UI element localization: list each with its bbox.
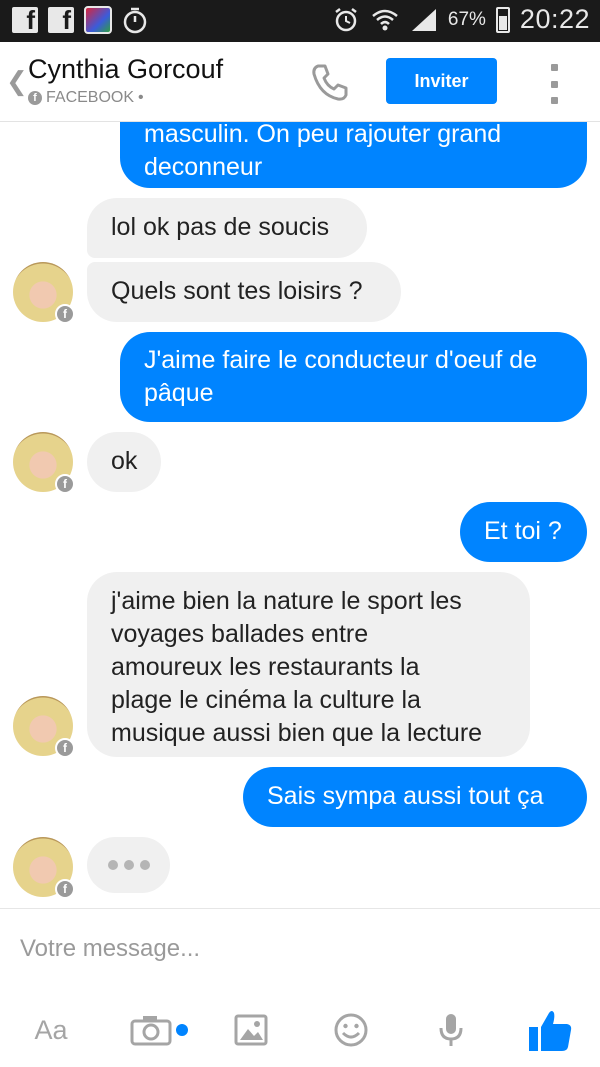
contact-source: f FACEBOOK • — [28, 89, 144, 107]
outgoing-message[interactable]: Et toi ? — [460, 502, 587, 562]
contact-avatar[interactable] — [13, 837, 75, 899]
message-line: ok — [111, 447, 138, 475]
phone-icon[interactable] — [308, 60, 352, 104]
outgoing-message[interactable]: masculin. On peu rajouter grand deconneu… — [120, 122, 587, 188]
message-line: voyages ballades entre — [111, 620, 369, 648]
facebook-notification-icon — [48, 5, 74, 36]
incoming-message[interactable]: Quels sont tes loisirs ? — [87, 262, 401, 322]
message-line: lol ok pas de soucis — [111, 213, 330, 241]
more-options-icon[interactable] — [544, 64, 564, 104]
incoming-message[interactable]: lol ok pas de soucis — [87, 198, 367, 258]
timer-icon — [123, 7, 147, 34]
voice-button[interactable] — [430, 1007, 472, 1053]
wifi-icon — [372, 9, 398, 30]
outgoing-message[interactable]: Sais sympa aussi tout ça — [243, 767, 587, 827]
source-separator: • — [138, 89, 144, 106]
message-line: Et toi ? — [484, 517, 562, 545]
facebook-badge-icon — [55, 474, 75, 494]
notification-icons — [12, 5, 148, 36]
facebook-badge-icon — [55, 879, 75, 899]
message-line: pâque — [144, 379, 214, 407]
contact-avatar[interactable] — [13, 432, 75, 494]
like-button[interactable] — [526, 1007, 574, 1053]
microphone-icon — [439, 1014, 463, 1046]
message-line: deconneur — [144, 153, 263, 181]
facebook-icon: f — [28, 91, 42, 105]
facebook-notification-icon — [12, 5, 38, 36]
invite-button[interactable]: Inviter — [386, 58, 497, 104]
conversation-header: ❮ Cynthia Gorcouf f FACEBOOK • Inviter — [0, 42, 600, 122]
facebook-badge-icon — [55, 304, 75, 324]
system-indicators: 67% 20:22 — [332, 4, 590, 35]
incoming-message[interactable]: ok — [87, 432, 161, 492]
message-line: J'aime faire le conducteur d'oeuf de — [144, 346, 538, 374]
signal-icon — [411, 8, 436, 31]
composer-toolbar: Aa — [0, 1007, 600, 1053]
image-icon — [234, 1014, 268, 1046]
facebook-badge-icon — [55, 738, 75, 758]
camera-icon — [130, 1016, 172, 1046]
message-line: masculin. On peu rajouter grand — [144, 122, 502, 148]
message-line: Quels sont tes loisirs ? — [111, 277, 363, 305]
message-line: j'aime bien la nature le sport les — [111, 587, 462, 615]
app-notification-icon — [84, 6, 112, 34]
emoji-button[interactable] — [330, 1007, 372, 1053]
source-label: FACEBOOK — [46, 89, 135, 106]
incoming-message[interactable]: j'aime bien la nature le sport les voyag… — [87, 572, 530, 757]
clock: 20:22 — [519, 4, 590, 34]
outgoing-message[interactable]: J'aime faire le conducteur d'oeuf de pâq… — [120, 332, 587, 422]
message-line: musique aussi bien que la lecture — [111, 719, 483, 747]
battery-icon — [495, 6, 510, 33]
alarm-icon — [335, 7, 357, 31]
text-format-button[interactable]: Aa — [30, 1007, 72, 1053]
message-input[interactable] — [20, 931, 580, 967]
battery-percent: 67% — [447, 8, 486, 30]
message-line: amoureux les restaurants la — [111, 653, 420, 681]
smiley-icon — [334, 1013, 368, 1047]
contact-avatar[interactable] — [13, 696, 75, 758]
typing-indicator — [87, 837, 170, 893]
contact-name[interactable]: Cynthia Gorcouf — [28, 54, 223, 85]
camera-button[interactable] — [128, 1007, 192, 1053]
status-bar: 67% 20:22 — [0, 0, 600, 42]
contact-avatar[interactable] — [13, 262, 75, 324]
thumbs-up-icon — [529, 1011, 572, 1051]
active-indicator-icon — [176, 1024, 188, 1036]
message-list[interactable]: masculin. On peu rajouter grand deconneu… — [0, 122, 600, 908]
gallery-button[interactable] — [230, 1007, 272, 1053]
chevron-left-icon[interactable]: ❮ — [6, 66, 28, 97]
message-line: plage le cinéma la culture la — [111, 686, 421, 714]
message-composer: Aa — [0, 908, 600, 1067]
message-line: Sais sympa aussi tout ça — [267, 782, 544, 810]
